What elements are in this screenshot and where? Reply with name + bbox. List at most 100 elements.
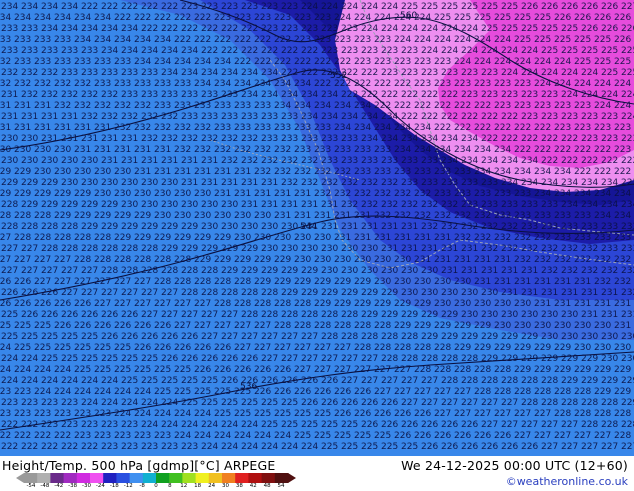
temp-value-label: 222 (21, 420, 38, 430)
temp-value-label: 229 (354, 299, 371, 309)
temp-value-label: 229 (194, 233, 211, 243)
temp-value-label: 233 (554, 233, 571, 243)
temp-value-label: 232 (274, 167, 291, 177)
temp-value-label: 229 (561, 354, 578, 364)
temp-value-label: 232 (394, 189, 411, 199)
temp-value-label: 228 (94, 233, 111, 243)
temp-value-label: 233 (61, 46, 78, 56)
temp-value-label: 233 (441, 178, 458, 188)
temp-value-label: 229 (274, 255, 291, 265)
temp-value-label: 229 (614, 387, 631, 397)
temp-value-label: 224 (454, 35, 471, 45)
temp-value-label: 227 (561, 420, 578, 430)
temp-value-label: 225 (81, 332, 98, 342)
temp-value-label: 230 (214, 211, 231, 221)
temp-value-label: 225 (121, 354, 138, 364)
temp-value-label: 227 (534, 431, 551, 441)
contour-label-544: 544 (300, 222, 317, 232)
temp-value-label: 230 (14, 145, 31, 155)
temp-value-label: 234 (474, 145, 491, 155)
temp-value-label: 228 (601, 420, 618, 430)
temp-value-label: 226 (301, 398, 318, 408)
temp-value-label: 228 (401, 354, 418, 364)
temp-value-label: 234 (234, 79, 251, 89)
temp-value-label: 234 (254, 79, 271, 89)
temp-value-label: 226 (414, 431, 431, 441)
temp-value-label: 231 (241, 200, 258, 210)
temp-value-label: 228 (194, 277, 211, 287)
temp-value-label: 232 (554, 255, 571, 265)
temp-value-label: 227 (174, 299, 191, 309)
temp-value-label: 232 (54, 101, 71, 111)
temp-value-label: 234 (514, 167, 531, 177)
temp-value-label: 225 (474, 13, 491, 23)
temp-value-label: 231 (294, 211, 311, 221)
temp-value-label: 229 (254, 277, 271, 287)
temp-value-label: 223 (401, 46, 418, 56)
temp-value-label: 234 (494, 145, 511, 155)
temp-value-label: 233 (194, 101, 211, 111)
temp-value-label: 233 (434, 189, 451, 199)
temp-value-label: 225 (581, 46, 598, 56)
temp-value-label: 226 (394, 409, 411, 419)
temp-value-label: 222 (41, 442, 58, 452)
temp-value-label: 230 (594, 343, 611, 353)
temp-value-label: 224 (161, 420, 178, 430)
temp-value-label: 232 (321, 178, 338, 188)
temp-value-label: 234 (441, 134, 458, 144)
temp-value-label: 227 (454, 387, 471, 397)
temp-value-label: 228 (34, 211, 51, 221)
temp-value-label: 234 (334, 123, 351, 133)
temp-value-label: 228 (441, 376, 458, 386)
temp-value-label: 222 (401, 112, 418, 122)
temp-value-label: 233 (374, 167, 391, 177)
temp-value-label: 227 (294, 365, 311, 375)
temp-value-label: 222 (574, 167, 591, 177)
temp-value-label: 232 (594, 255, 611, 265)
temp-value-label: 231 (94, 123, 111, 133)
temp-value-label: 228 (61, 244, 78, 254)
temp-value-label: 227 (121, 288, 138, 298)
temp-value-label: 228 (74, 233, 91, 243)
temp-value-label: 223 (261, 24, 278, 34)
temp-value-label: 222 (454, 123, 471, 133)
temp-value-label: 229 (561, 376, 578, 386)
temp-value-label: 224 (581, 90, 598, 100)
temp-value-label: 222 (214, 35, 231, 45)
temp-value-label: 229 (114, 233, 131, 243)
temp-value-label: 231 (34, 101, 51, 111)
temp-value-label: 227 (61, 266, 78, 276)
temp-value-label: 229 (314, 277, 331, 287)
temp-value-label: 228 (241, 310, 258, 320)
temp-value-label: 234 (461, 156, 478, 166)
credit-link[interactable]: ©weatheronline.co.uk (506, 475, 628, 488)
temp-value-label: 225 (234, 409, 251, 419)
temp-value-label: 222 (34, 431, 51, 441)
temp-value-label: 224 (274, 431, 291, 441)
temp-value-label: 224 (34, 387, 51, 397)
temp-value-label: 233 (201, 90, 218, 100)
temp-value-label: 228 (614, 431, 631, 441)
temp-value-label: 227 (154, 299, 171, 309)
temp-value-label: 228 (181, 288, 198, 298)
temp-value-label: 230 (94, 189, 111, 199)
temp-value-label: 230 (181, 200, 198, 210)
temp-value-label: 223 (521, 112, 538, 122)
temp-value-label: 223 (61, 420, 78, 430)
temp-value-label: 234 (214, 57, 231, 67)
temp-value-label: 233 (581, 222, 598, 232)
temp-value-label: 224 (621, 112, 634, 122)
temp-value-label: 231 (181, 178, 198, 188)
temp-value-label: 226 (161, 354, 178, 364)
temp-value-label: 232 (581, 244, 598, 254)
temp-value-label: 224 (334, 13, 351, 23)
temp-value-label: 226 (121, 310, 138, 320)
temp-value-label: 232 (154, 123, 171, 133)
temp-value-label: 230 (174, 211, 191, 221)
temp-value-label: 224 (414, 35, 431, 45)
temp-value-label: 222 (114, 13, 131, 23)
temp-value-label: 231 (0, 101, 11, 111)
temp-value-label: 224 (561, 68, 578, 78)
temp-value-label: 228 (561, 398, 578, 408)
temp-value-label: 226 (274, 365, 291, 375)
